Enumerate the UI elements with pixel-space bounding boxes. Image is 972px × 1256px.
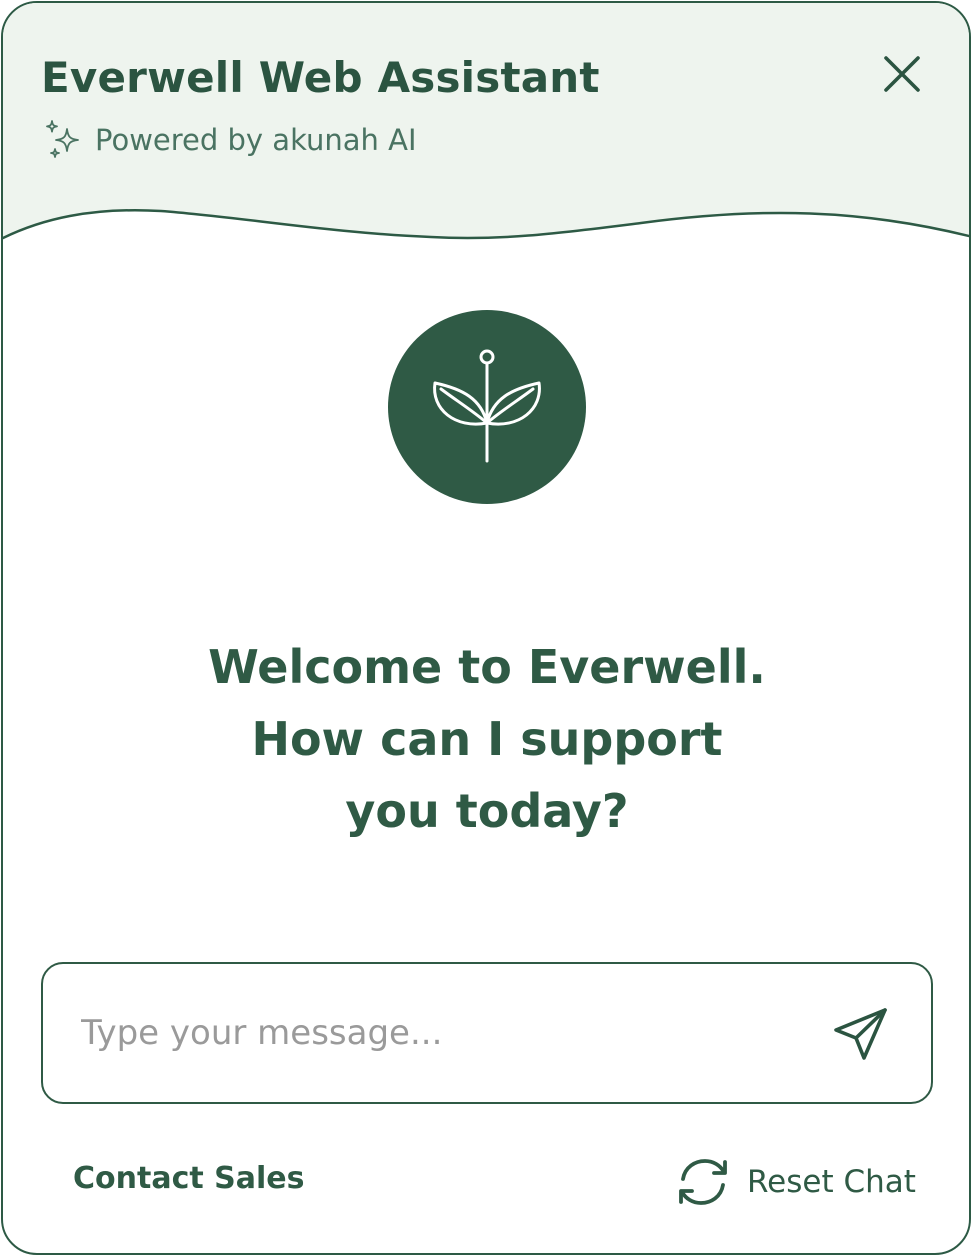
message-composer: [41, 962, 933, 1104]
plant-sprout-icon: [433, 349, 541, 463]
chat-widget: Everwell Web Assistant Powered by akunah…: [1, 1, 971, 1255]
send-icon: [834, 1008, 887, 1060]
welcome-message: Welcome to Everwell. How can I support y…: [3, 631, 969, 847]
reset-chat-button[interactable]: Reset Chat: [675, 1157, 916, 1207]
close-icon: [884, 56, 920, 92]
assistant-title: Everwell Web Assistant: [41, 53, 600, 102]
powered-by-text: Powered by akunah AI: [95, 123, 417, 157]
sparkle-icon: [46, 120, 79, 158]
powered-by-line: Powered by akunah AI: [43, 119, 417, 161]
send-button[interactable]: [829, 1002, 893, 1066]
welcome-line: Welcome to Everwell.: [208, 640, 766, 694]
contact-sales-link[interactable]: Contact Sales: [73, 1161, 304, 1196]
refresh-icon: [679, 1159, 727, 1205]
message-input[interactable]: [79, 994, 779, 1072]
reset-chat-label: Reset Chat: [747, 1164, 916, 1200]
everwell-logo: [388, 310, 586, 504]
welcome-line: How can I support: [251, 712, 723, 766]
welcome-line: you today?: [345, 784, 629, 838]
chat-header: Everwell Web Assistant Powered by akunah…: [3, 3, 969, 253]
close-button[interactable]: [877, 49, 927, 99]
